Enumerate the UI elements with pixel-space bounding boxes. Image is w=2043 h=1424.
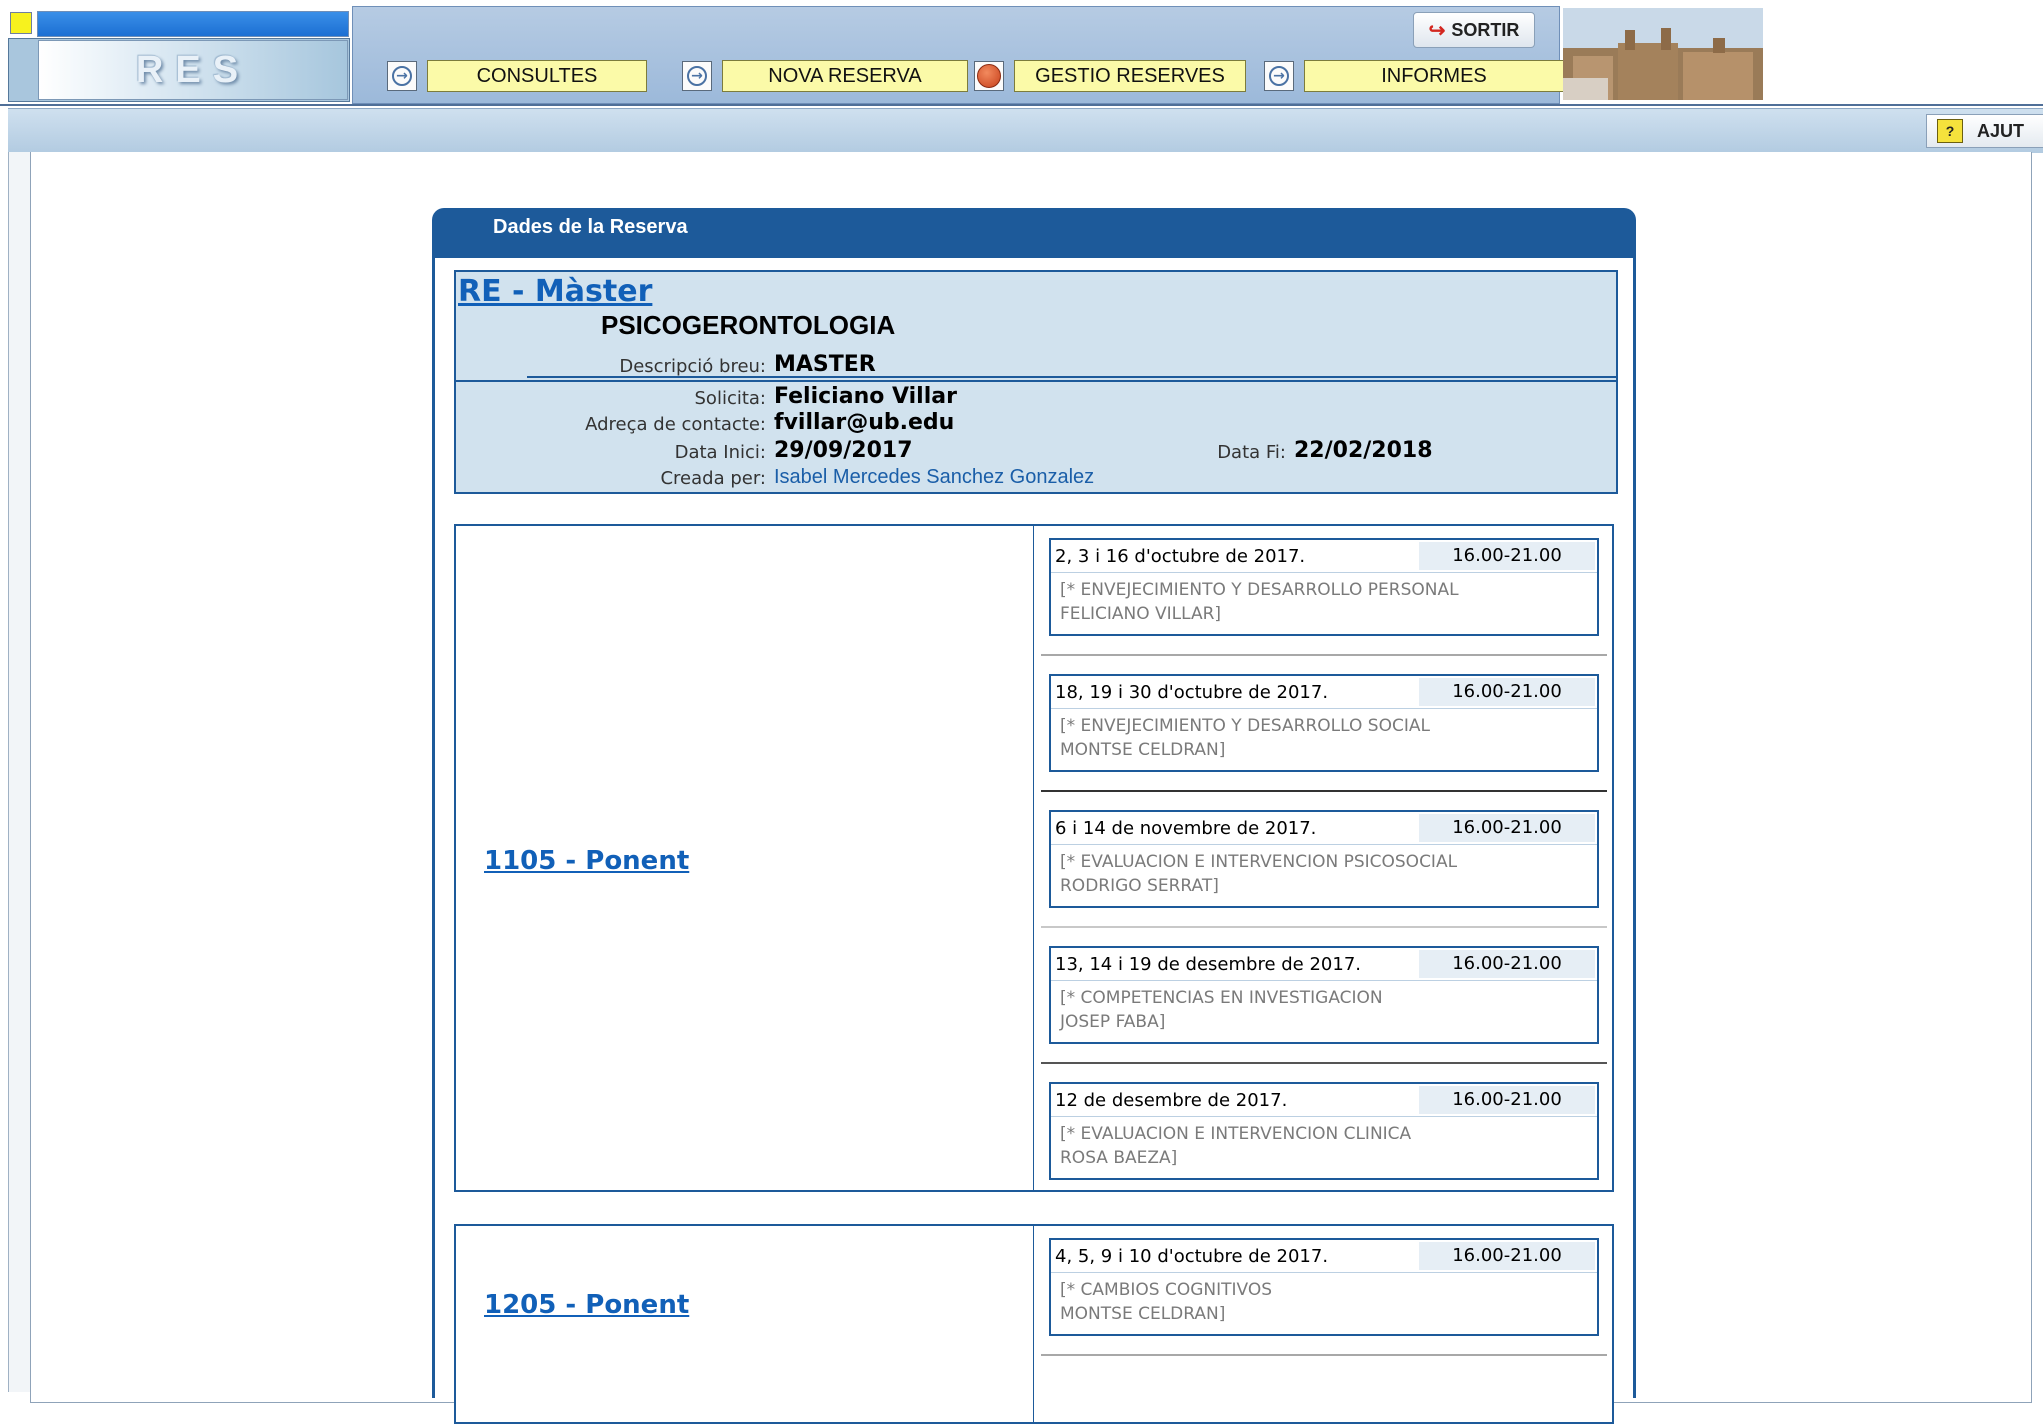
panel-body: RE - Màster PSICOGERONTOLOGIA Descripció…	[432, 258, 1636, 1424]
exit-arrow-icon: ↪	[1428, 19, 1446, 42]
solicita-value: Feliciano Villar	[774, 384, 957, 409]
reservation-type-link[interactable]: RE - Màster	[458, 274, 652, 309]
reservation-header-info: RE - Màster PSICOGERONTOLOGIA Descripció…	[454, 270, 1618, 382]
reservation-contact-info: Solicita: Feliciano Villar Adreça de con…	[454, 382, 1618, 494]
data-inici-label: Data Inici:	[674, 442, 766, 463]
nav-informes[interactable]: → INFORMES	[1264, 57, 1564, 95]
slot-dates: 18, 19 i 30 d'octubre de 2017.	[1055, 682, 1329, 703]
slot-divider	[1051, 572, 1597, 573]
slot-separator	[1041, 1062, 1607, 1064]
slot-description: [* COMPETENCIAS EN INVESTIGACION JOSEP F…	[1060, 988, 1383, 1032]
room-block: 1105 - Ponent 2, 3 i 16 d'octubre de 201…	[454, 524, 1614, 1192]
slot-description: [* EVALUACION E INTERVENCION CLINICA ROS…	[1060, 1124, 1412, 1168]
slot-time: 16.00-21.00	[1419, 1086, 1595, 1114]
slot-description: [* ENVEJECIMIENTO Y DESARROLLO PERSONAL …	[1060, 580, 1459, 624]
sortir-label: SORTIR	[1451, 19, 1520, 40]
slot-divider	[1051, 708, 1597, 709]
reservation-panel: Dades de la Reserva RE - Màster PSICOGER…	[432, 208, 1636, 1424]
time-slot: 13, 14 i 19 de desembre de 2017. 16.00-2…	[1049, 946, 1599, 1044]
nav-nova-reserva[interactable]: → NOVA RESERVA	[682, 57, 968, 95]
descripcio-label: Descripció breu:	[619, 356, 766, 377]
time-slot: 2, 3 i 16 d'octubre de 2017. 16.00-21.00…	[1049, 538, 1599, 636]
creada-value: Isabel Mercedes Sanchez Gonzalez	[774, 466, 1095, 488]
slot-divider	[1051, 980, 1597, 981]
data-fi-label: Data Fi:	[1217, 442, 1286, 463]
creada-label: Creada per:	[660, 468, 766, 489]
arrow-right-icon: →	[682, 61, 712, 91]
slot-separator	[1041, 790, 1607, 792]
res-logo-text: RES	[135, 48, 251, 91]
room-divider	[1033, 526, 1034, 1190]
info-divider	[527, 376, 1618, 378]
room-link[interactable]: 1205 - Ponent	[484, 1290, 689, 1320]
room-link[interactable]: 1105 - Ponent	[484, 846, 689, 876]
slot-description: [* ENVEJECIMIENTO Y DESARROLLO SOCIAL MO…	[1060, 716, 1430, 760]
nav-nova-reserva-label[interactable]: NOVA RESERVA	[722, 60, 968, 92]
slot-dates: 2, 3 i 16 d'octubre de 2017.	[1055, 546, 1306, 567]
top-rule	[0, 104, 2043, 106]
adreca-value: fvillar@ub.edu	[774, 410, 955, 435]
arrow-right-icon: →	[1264, 61, 1294, 91]
slot-time: 16.00-21.00	[1419, 814, 1595, 842]
data-fi-value: 22/02/2018	[1294, 438, 1433, 463]
slot-dates: 4, 5, 9 i 10 d'octubre de 2017.	[1055, 1246, 1329, 1267]
nav-consultes-label[interactable]: CONSULTES	[427, 60, 647, 92]
slot-dates: 6 i 14 de novembre de 2017.	[1055, 818, 1317, 839]
blue-strip	[37, 11, 349, 37]
sortir-button[interactable]: ↪ SORTIR	[1413, 12, 1535, 48]
red-dot-icon	[974, 61, 1004, 91]
slot-time: 16.00-21.00	[1419, 1242, 1595, 1270]
nav-informes-label[interactable]: INFORMES	[1304, 60, 1564, 92]
slot-divider	[1051, 1116, 1597, 1117]
nav-gestio-reserves-label[interactable]: GESTIO RESERVES	[1014, 60, 1246, 92]
time-slot: 4, 5, 9 i 10 d'octubre de 2017. 16.00-21…	[1049, 1238, 1599, 1336]
yellow-square-icon	[10, 12, 32, 34]
slot-divider	[1051, 1272, 1597, 1273]
slot-time: 16.00-21.00	[1419, 950, 1595, 978]
nav-gestio-reserves[interactable]: GESTIO RESERVES	[974, 57, 1246, 95]
help-icon: ?	[1937, 119, 1963, 143]
nav-consultes[interactable]: → CONSULTES	[387, 57, 647, 95]
time-slot: 12 de desembre de 2017. 16.00-21.00 [* E…	[1049, 1082, 1599, 1180]
city-photo	[1563, 8, 1763, 100]
slot-time: 16.00-21.00	[1419, 678, 1595, 706]
arrow-right-icon: →	[387, 61, 417, 91]
slot-separator	[1041, 1354, 1607, 1356]
res-logo: RES	[38, 40, 348, 100]
slot-dates: 12 de desembre de 2017.	[1055, 1090, 1288, 1111]
room-block: 1205 - Ponent 4, 5, 9 i 10 d'octubre de …	[454, 1224, 1614, 1424]
reservation-name: PSICOGERONTOLOGIA	[601, 310, 896, 340]
slot-separator	[1041, 654, 1607, 656]
time-slot: 6 i 14 de novembre de 2017. 16.00-21.00 …	[1049, 810, 1599, 908]
slot-time: 16.00-21.00	[1419, 542, 1595, 570]
slot-dates: 13, 14 i 19 de desembre de 2017.	[1055, 954, 1362, 975]
data-inici-value: 29/09/2017	[774, 438, 913, 463]
time-slot: 18, 19 i 30 d'octubre de 2017. 16.00-21.…	[1049, 674, 1599, 772]
descripcio-value: MASTER	[774, 352, 876, 377]
slot-description: [* CAMBIOS COGNITIVOS MONTSE CELDRAN]	[1060, 1280, 1273, 1324]
sub-toolbar	[8, 108, 2043, 153]
city-skyline-image	[1563, 8, 1763, 100]
ajut-button[interactable]: ? AJUT	[1926, 114, 2043, 148]
slot-description: [* EVALUACION E INTERVENCION PSICOSOCIAL…	[1060, 852, 1458, 896]
top-bar: RES → CONSULTES → NOVA RESERVA GESTIO RE…	[0, 0, 2043, 106]
solicita-label: Solicita:	[694, 388, 767, 409]
adreca-label: Adreça de contacte:	[585, 414, 766, 435]
left-gutter	[8, 152, 31, 1392]
room-divider	[1033, 1226, 1034, 1422]
slot-divider	[1051, 844, 1597, 845]
ajut-label: AJUT	[1977, 120, 2025, 141]
panel-title: Dades de la Reserva	[432, 208, 1636, 258]
slot-separator	[1041, 926, 1607, 928]
